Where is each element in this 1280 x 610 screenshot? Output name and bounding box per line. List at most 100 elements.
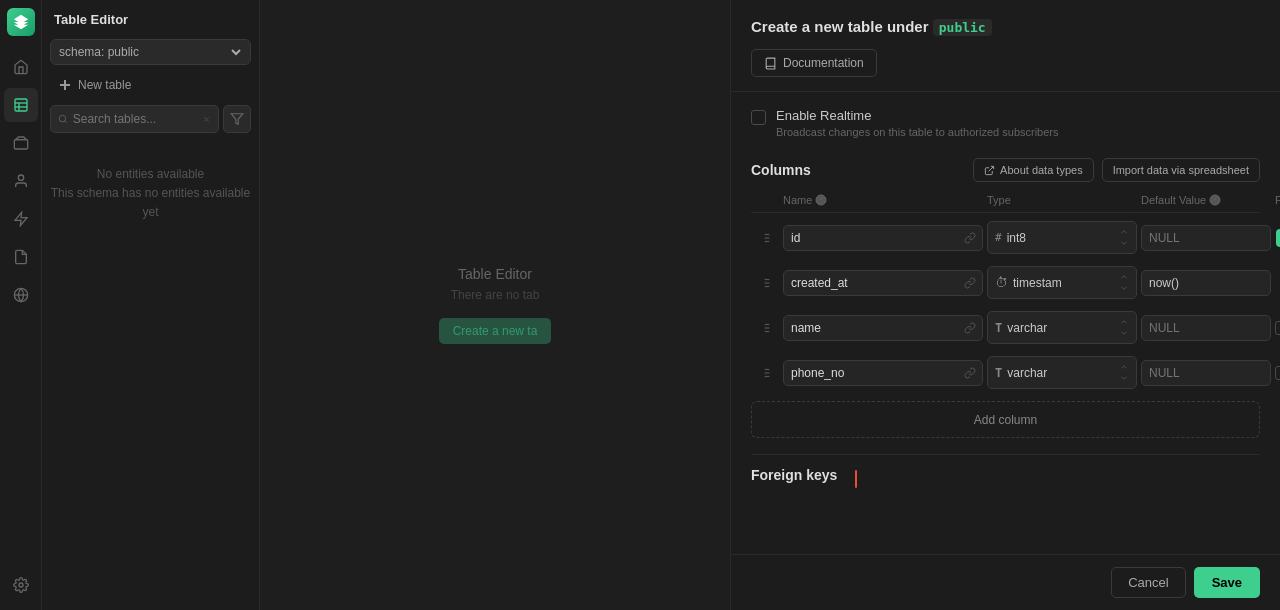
nav-table-icon[interactable] [4, 88, 38, 122]
save-button[interactable]: Save [1194, 567, 1260, 598]
table-editor-placeholder: Table Editor There are no tab Create a n… [439, 266, 552, 344]
primary-checkmark-id[interactable] [1276, 229, 1280, 247]
col-header-default: Default Value [1141, 194, 1271, 206]
create-new-button[interactable]: Create a new ta [439, 318, 552, 344]
col-type-arrows-name [1119, 317, 1129, 338]
empty-sub: This schema has no entities available ye… [50, 184, 251, 222]
col-header-primary: Primary [1275, 194, 1280, 206]
column-row-id: # int8 1 [751, 217, 1260, 258]
doc-btn-label: Documentation [783, 56, 864, 70]
svg-point-12 [59, 115, 66, 122]
col-name-input-id[interactable] [784, 226, 958, 250]
svg-point-9 [19, 583, 23, 587]
default-info-icon [1209, 194, 1221, 206]
col-link-icon-created-at [958, 277, 982, 289]
sidebar-icons [0, 0, 42, 610]
col-name-wrap-phone-no [783, 360, 983, 386]
add-column-row[interactable]: Add column [751, 401, 1260, 438]
import-spreadsheet-button[interactable]: Import data via spreadsheet [1102, 158, 1260, 182]
col-type-text-phone-no: varchar [1007, 366, 1114, 380]
col-type-wrap-phone-no[interactable]: T varchar [987, 356, 1137, 389]
nav-edge-icon[interactable] [4, 202, 38, 236]
col-type-icon-id: # [995, 231, 1002, 244]
nav-auth-icon[interactable] [4, 164, 38, 198]
col-primary-cell-phone-no: 1 [1275, 364, 1280, 382]
drag-handle-created-at[interactable] [755, 276, 779, 290]
new-table-label: New table [78, 78, 131, 92]
main-area: Table Editor There are no tab Create a n… [260, 0, 730, 610]
foreign-keys-title: Foreign keys [751, 467, 1260, 483]
drag-handle-phone-no[interactable] [755, 366, 779, 380]
col-link-icon-phone-no [958, 367, 982, 379]
col-primary-cell-name: 1 [1275, 319, 1280, 337]
search-wrap [50, 105, 219, 133]
primary-checkbox-phone-no[interactable] [1275, 366, 1280, 380]
col-type-text-created-at: timestam [1013, 276, 1114, 290]
te-title: Table Editor [439, 266, 552, 282]
realtime-label: Enable Realtime [776, 108, 1059, 123]
nav-settings-icon[interactable] [4, 568, 38, 602]
realtime-checkbox[interactable] [751, 110, 766, 125]
realtime-desc: Broadcast changes on this table to autho… [776, 126, 1059, 138]
col-default-input-created-at[interactable] [1142, 271, 1271, 295]
foreign-keys-section: Foreign keys [751, 454, 1260, 483]
clear-icon[interactable] [202, 114, 211, 125]
primary-checkbox-name[interactable] [1275, 321, 1280, 335]
drag-handle-id[interactable] [755, 231, 779, 245]
col-type-wrap-name[interactable]: T varchar [987, 311, 1137, 344]
col-link-icon-name [958, 322, 982, 334]
col-name-input-created-at[interactable] [784, 271, 958, 295]
col-primary-cell-id: 1 [1275, 229, 1280, 247]
nav-realtime-icon[interactable] [4, 278, 38, 312]
filter-button[interactable] [223, 105, 251, 133]
create-title-text: Create a new table under [751, 18, 929, 35]
col-default-input-id[interactable] [1142, 226, 1271, 250]
panel-title: Table Editor [50, 8, 251, 39]
empty-state: No entities available This schema has no… [50, 145, 251, 243]
name-info-icon [815, 194, 827, 206]
svg-rect-0 [15, 99, 27, 111]
col-default-input-phone-no[interactable] [1142, 361, 1271, 385]
column-row-phone-no: T varchar 1 [751, 352, 1260, 393]
col-type-wrap-id[interactable]: # int8 [987, 221, 1137, 254]
col-type-icon-name: T [995, 321, 1002, 335]
schema-selector[interactable]: schema: public [50, 39, 251, 65]
add-column-button[interactable]: Add column [974, 413, 1037, 427]
col-primary-cell-created-at [1275, 276, 1280, 290]
columns-title: Columns [751, 162, 811, 178]
col-type-text-name: varchar [1007, 321, 1114, 335]
col-type-wrap-created-at[interactable]: ⏱ timestam [987, 266, 1137, 299]
col-name-input-name[interactable] [784, 316, 958, 340]
drag-handle-name[interactable] [755, 321, 779, 335]
col-type-icon-phone-no: T [995, 366, 1002, 380]
nav-storage-icon[interactable] [4, 126, 38, 160]
new-table-button[interactable]: New table [50, 73, 251, 97]
documentation-button[interactable]: Documentation [751, 49, 877, 77]
app-logo [7, 8, 35, 36]
col-header-name: Name [783, 194, 983, 206]
schema-label: schema: public [59, 45, 139, 59]
columns-header: Columns About data types Import data via… [751, 158, 1260, 182]
col-header-type: Type [987, 194, 1137, 206]
about-btn-label: About data types [1000, 164, 1083, 176]
col-default-wrap-name [1141, 315, 1271, 341]
nav-home-icon[interactable] [4, 50, 38, 84]
svg-marker-6 [15, 212, 27, 225]
nav-docs-icon[interactable] [4, 240, 38, 274]
search-input[interactable] [73, 112, 197, 126]
col-default-wrap-created-at [1141, 270, 1271, 296]
create-title: Create a new table under public [751, 18, 1260, 35]
col-name-input-phone-no[interactable] [784, 361, 958, 385]
right-panel-body: Enable Realtime Broadcast changes on thi… [731, 92, 1280, 554]
columns-actions: About data types Import data via spreads… [973, 158, 1260, 182]
text-cursor [855, 470, 857, 488]
schema-code: public [933, 19, 992, 36]
col-default-input-name[interactable] [1142, 316, 1271, 340]
col-default-wrap-id [1141, 225, 1271, 251]
about-data-types-button[interactable]: About data types [973, 158, 1094, 182]
svg-line-13 [65, 121, 67, 123]
cancel-button[interactable]: Cancel [1111, 567, 1185, 598]
col-name-wrap-created-at [783, 270, 983, 296]
filter-icon [230, 112, 244, 126]
column-row-name: T varchar 1 [751, 307, 1260, 348]
